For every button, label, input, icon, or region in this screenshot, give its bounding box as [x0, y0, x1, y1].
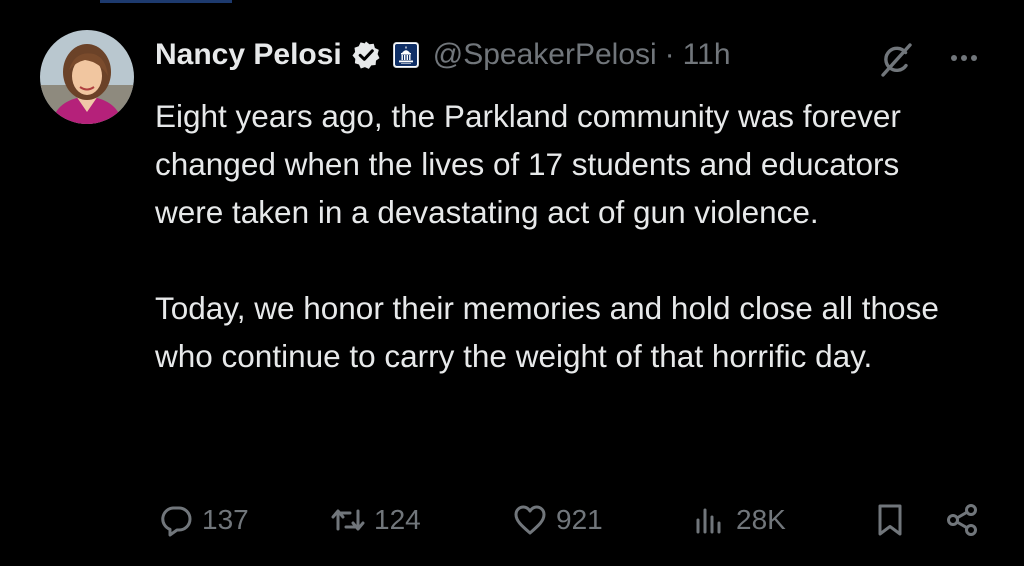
capitol-affiliation-icon[interactable]: [392, 42, 419, 68]
tweet-paragraph: Today, we honor their memories and hold …: [155, 290, 939, 374]
action-bar: 137 124 921 28K: [0, 496, 1024, 544]
more-icon[interactable]: [944, 40, 984, 80]
tweet-paragraph: Eight years ago, the Parkland community …: [155, 98, 901, 230]
repost-button[interactable]: 124: [330, 496, 421, 544]
reply-count: 137: [202, 504, 249, 535]
author-handle[interactable]: @SpeakerPelosi: [433, 38, 657, 72]
like-count: 921: [556, 504, 603, 535]
verified-badge-icon: [351, 40, 381, 70]
views-button[interactable]: 28K: [692, 496, 786, 544]
views-icon: [692, 502, 728, 538]
like-button[interactable]: 921: [512, 496, 603, 544]
repost-icon: [330, 502, 366, 538]
post-timestamp[interactable]: 11h: [683, 38, 731, 72]
grok-icon[interactable]: [876, 40, 916, 80]
repost-count: 124: [374, 504, 421, 535]
reply-button[interactable]: 137: [158, 496, 249, 544]
views-count: 28K: [736, 504, 786, 535]
tweet-header: Nancy Pelosi @SpeakerPelosi · 11h: [155, 32, 731, 78]
top-edge-strip: [100, 0, 232, 3]
bookmark-icon: [872, 502, 908, 538]
share-icon: [944, 502, 980, 538]
reply-icon: [158, 502, 194, 538]
avatar-photo: [40, 30, 134, 124]
share-button[interactable]: [944, 496, 980, 544]
bookmark-button[interactable]: [872, 496, 908, 544]
tweet-text: Eight years ago, the Parkland community …: [155, 92, 975, 380]
heart-icon: [512, 502, 548, 538]
avatar[interactable]: [40, 30, 134, 124]
header-separator: ·: [664, 38, 675, 71]
author-name[interactable]: Nancy Pelosi: [155, 38, 342, 72]
